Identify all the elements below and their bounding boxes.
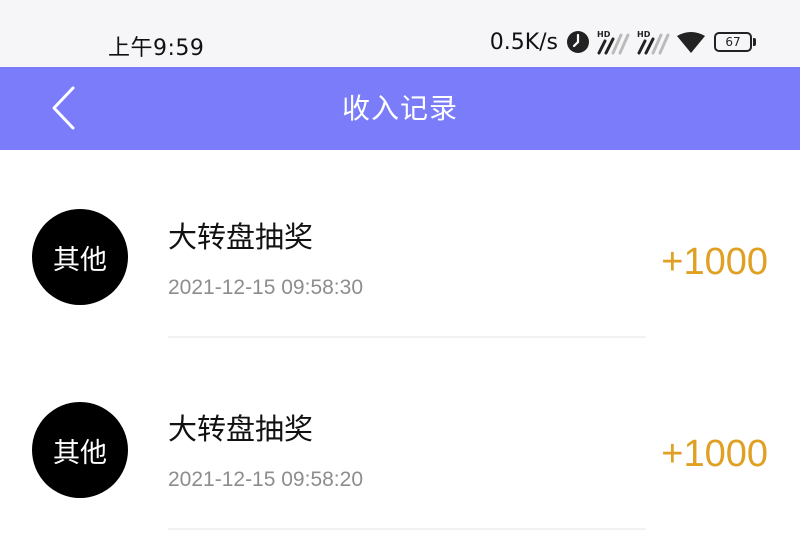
battery-level: 67 xyxy=(725,35,741,49)
avatar: 其他 xyxy=(32,209,128,305)
list-item: 其他 大转盘抽奖 2021-12-15 09:58:30 +1000 xyxy=(0,150,800,342)
avatar: 其他 xyxy=(32,402,128,498)
network-speed: 0.5K/s xyxy=(489,29,558,55)
svg-text:HD: HD xyxy=(637,30,651,39)
app-header: 收入记录 xyxy=(0,67,800,150)
status-indicators: 0.5K/s HD HD 67 xyxy=(489,29,756,55)
page-title: 收入记录 xyxy=(341,92,458,125)
record-amount: +1000 xyxy=(661,241,768,283)
battery-icon: 67 xyxy=(714,32,756,52)
record-time: 2021-12-15 09:58:30 xyxy=(168,276,363,299)
divider xyxy=(168,528,646,530)
hd-signal-icon: HD xyxy=(596,29,630,55)
hd-signal-icon: HD xyxy=(636,29,670,55)
record-time: 2021-12-15 09:58:20 xyxy=(168,468,363,491)
status-bar: 上午9:59 0.5K/s HD HD 67 xyxy=(0,0,800,67)
record-title: 大转盘抽奖 xyxy=(168,220,314,254)
divider xyxy=(168,336,646,338)
avatar-label: 其他 xyxy=(53,437,107,469)
record-title: 大转盘抽奖 xyxy=(168,412,314,446)
wifi-icon xyxy=(676,30,706,54)
record-amount: +1000 xyxy=(661,433,768,475)
avatar-label: 其他 xyxy=(53,244,107,276)
clock-icon xyxy=(566,30,590,54)
list-item: 其他 大转盘抽奖 2021-12-15 09:58:20 +1000 xyxy=(0,342,800,534)
svg-text:HD: HD xyxy=(597,30,611,39)
status-time: 上午9:59 xyxy=(108,36,205,61)
